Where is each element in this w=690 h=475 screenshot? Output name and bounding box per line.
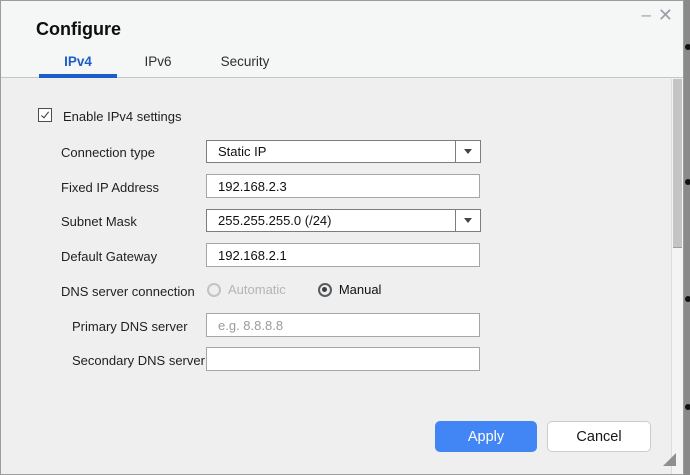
connection-type-value: Static IP	[218, 144, 267, 159]
radio-automatic	[207, 282, 221, 297]
subnet-mask-value: 255.255.255.0 (/24)	[218, 213, 332, 228]
cancel-button[interactable]: Cancel	[547, 421, 651, 452]
default-gateway-input[interactable]	[206, 243, 480, 267]
scrollbar-thumb[interactable]	[673, 79, 682, 248]
enable-ipv4-checkbox[interactable]	[38, 108, 52, 122]
enable-ipv4-label: Enable IPv4 settings	[63, 109, 182, 124]
scrollbar-track[interactable]	[671, 79, 683, 474]
tab-security-label: Security	[220, 53, 270, 69]
tab-ipv6-label: IPv6	[144, 53, 172, 69]
dialog-header: Configure – ✕ IPv4 IPv6 Security	[1, 1, 683, 78]
subnet-mask-label: Subnet Mask	[61, 214, 137, 229]
backdrop-dot	[685, 404, 690, 410]
subnet-mask-dropdown[interactable]: 255.255.255.0 (/24)	[206, 209, 481, 232]
chevron-down-icon	[464, 218, 472, 223]
checkmark-icon	[40, 109, 49, 118]
secondary-dns-label: Secondary DNS server	[72, 353, 205, 368]
dns-connection-radio-group: Automatic Manual	[207, 282, 381, 297]
dialog-title: Configure	[36, 19, 121, 39]
tab-ipv4-label: IPv4	[64, 53, 92, 69]
radio-option-manual[interactable]: Manual	[317, 282, 382, 297]
radio-manual-label: Manual	[338, 282, 382, 297]
close-icon[interactable]: ✕	[658, 4, 673, 26]
resize-handle-icon[interactable]	[663, 453, 676, 466]
connection-type-dropdown-button[interactable]	[455, 141, 480, 162]
radio-automatic-label: Automatic	[228, 282, 286, 297]
fixed-ip-input[interactable]	[206, 174, 480, 198]
subnet-mask-dropdown-button[interactable]	[455, 210, 480, 231]
apply-button-label: Apply	[467, 428, 505, 445]
primary-dns-label: Primary DNS server	[72, 319, 188, 334]
secondary-dns-input[interactable]	[206, 347, 480, 371]
tab-ipv4[interactable]: IPv4	[39, 48, 117, 78]
apply-button[interactable]: Apply	[435, 421, 537, 452]
fixed-ip-label: Fixed IP Address	[61, 180, 160, 195]
cancel-button-label: Cancel	[576, 428, 622, 445]
backdrop-dot	[685, 44, 690, 50]
tab-ipv6[interactable]: IPv6	[119, 48, 197, 78]
radio-manual[interactable]	[317, 282, 332, 297]
dns-connection-label: DNS server connection	[61, 284, 195, 299]
default-gateway-label: Default Gateway	[61, 249, 158, 264]
backdrop-dot	[685, 296, 690, 302]
window-controls: – ✕	[641, 4, 673, 26]
chevron-down-icon	[464, 149, 472, 154]
connection-type-label: Connection type	[61, 145, 155, 160]
minimize-icon[interactable]: –	[641, 4, 650, 26]
backdrop-dot	[685, 179, 690, 185]
connection-type-dropdown[interactable]: Static IP	[206, 140, 481, 163]
configure-dialog: Configure – ✕ IPv4 IPv6 Security Enable …	[0, 0, 684, 475]
tab-security[interactable]: Security	[199, 48, 291, 78]
primary-dns-input[interactable]	[206, 313, 480, 337]
radio-option-automatic: Automatic	[207, 282, 286, 297]
